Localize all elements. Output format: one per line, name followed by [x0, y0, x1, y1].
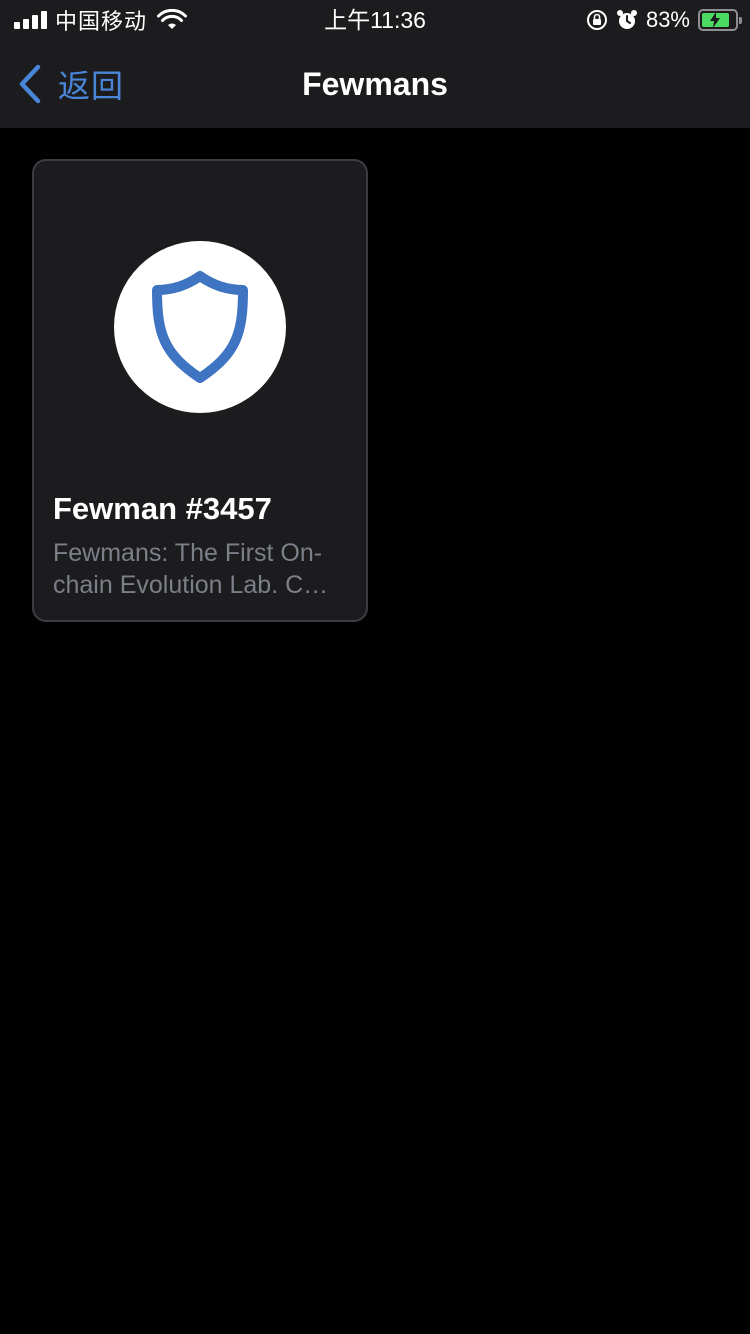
battery-percent: 83% — [645, 7, 690, 32]
nft-card[interactable]: Fewman #3457 Fewmans: The First On-chain… — [32, 159, 368, 622]
navigation-bar: 返回 Fewmans — [0, 40, 750, 128]
status-bar: 中国移动 上午11:36 83% — [0, 0, 750, 40]
orientation-lock-icon — [586, 10, 607, 30]
trust-wallet-shield-icon — [152, 271, 248, 383]
nft-image — [114, 241, 286, 413]
nft-description: Fewmans: The First On-chain Evolution La… — [53, 539, 329, 599]
collection-grid: Fewman #3457 Fewmans: The First On-chain… — [0, 128, 750, 1334]
nft-title: Fewman #3457 — [53, 491, 272, 526]
alarm-icon — [616, 10, 637, 29]
status-right: 83% — [586, 6, 742, 34]
battery-charging-icon — [698, 9, 742, 31]
page-title: Fewmans — [302, 66, 448, 102]
